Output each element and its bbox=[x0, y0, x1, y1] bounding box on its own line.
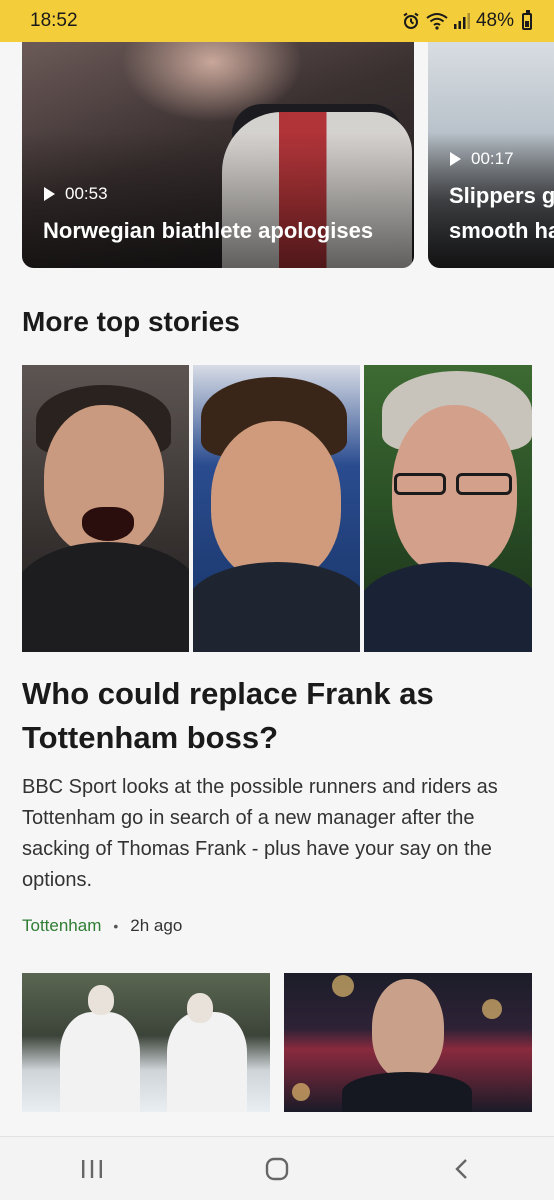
lead-summary: BBC Sport looks at the possible runners … bbox=[22, 776, 498, 891]
recent-apps-icon bbox=[82, 1159, 103, 1178]
meta-separator: • bbox=[113, 918, 119, 934]
video-title-line-1: Slippers g bbox=[449, 183, 554, 208]
lead-image-manager-2[interactable] bbox=[193, 365, 360, 652]
glasses-left bbox=[394, 473, 446, 495]
lead-image-manager-1[interactable] bbox=[22, 365, 189, 652]
coat-shape bbox=[364, 562, 532, 652]
bokeh-light bbox=[292, 1083, 310, 1101]
system-nav-bar bbox=[0, 1136, 554, 1200]
video-card-1[interactable]: 00:53 Norwegian biathlete apologises bbox=[22, 42, 414, 268]
story-tag-link[interactable]: Tottenham bbox=[22, 916, 101, 936]
story-thumbnail-1[interactable] bbox=[22, 973, 270, 1112]
status-icons: 48% bbox=[402, 9, 532, 32]
bokeh-light bbox=[482, 999, 502, 1019]
video-card-2[interactable]: 00:17 Slippers g smooth ha bbox=[428, 42, 554, 268]
bokeh-light bbox=[332, 975, 354, 997]
story-thumbnail-2[interactable] bbox=[284, 973, 532, 1112]
figure-shape bbox=[167, 1012, 247, 1112]
signal-icon bbox=[453, 13, 470, 29]
recent-apps-button[interactable] bbox=[62, 1139, 122, 1199]
play-icon bbox=[450, 152, 461, 166]
wifi-icon bbox=[426, 12, 448, 30]
video-title: Norwegian biathlete apologises bbox=[43, 218, 374, 243]
hat-shape bbox=[88, 985, 114, 1015]
lead-image-manager-3[interactable] bbox=[364, 365, 532, 652]
play-icon bbox=[44, 187, 55, 201]
lead-headline[interactable]: Who could replace Frank as Tottenham bos… bbox=[22, 672, 532, 760]
glasses-right bbox=[456, 473, 512, 495]
coat-shape bbox=[22, 542, 189, 652]
back-icon bbox=[454, 1158, 467, 1179]
video-title-line-2: smooth ha bbox=[449, 218, 554, 243]
video-duration: 00:17 bbox=[450, 149, 514, 169]
coat-shape bbox=[193, 562, 360, 652]
figure-shape bbox=[60, 1012, 140, 1112]
status-time: 18:52 bbox=[30, 10, 78, 31]
story-timestamp: 2h ago bbox=[130, 916, 183, 935]
battery-icon bbox=[522, 9, 532, 30]
status-bar: 18:52 48% bbox=[0, 0, 554, 42]
mouth-shape bbox=[82, 507, 134, 541]
back-button[interactable] bbox=[432, 1139, 492, 1199]
home-icon bbox=[265, 1157, 289, 1180]
video-duration-text: 00:17 bbox=[471, 149, 514, 168]
home-button[interactable] bbox=[247, 1139, 307, 1199]
story-meta: Tottenham • 2h ago bbox=[22, 916, 182, 936]
face-shape bbox=[211, 421, 341, 581]
alarm-icon bbox=[402, 12, 420, 30]
video-duration-text: 00:53 bbox=[65, 184, 108, 203]
hat-shape bbox=[187, 993, 213, 1023]
face-shape bbox=[372, 979, 444, 1079]
coat-shape bbox=[342, 1072, 472, 1112]
battery-percent: 48% bbox=[475, 10, 514, 31]
section-title: More top stories bbox=[22, 306, 240, 337]
video-duration: 00:53 bbox=[44, 184, 108, 204]
